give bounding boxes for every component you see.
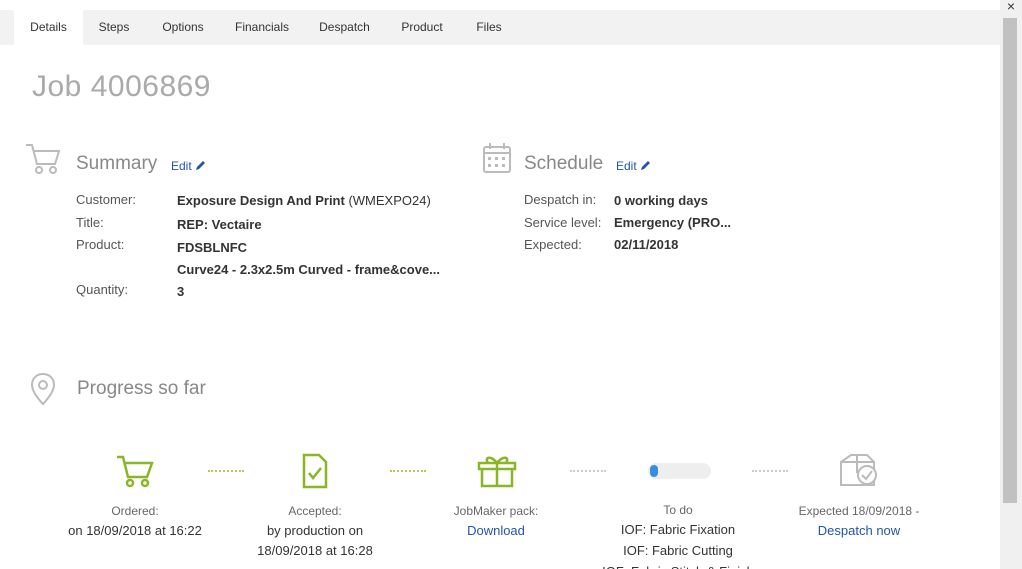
box-check-icon bbox=[840, 454, 877, 486]
todo-item: IOF: Fabric Cutting bbox=[623, 543, 733, 558]
service-level-label: Service level: bbox=[524, 215, 602, 230]
scrollbar-thumb[interactable] bbox=[1003, 18, 1017, 503]
job-details-modal: Details Steps Options Financials Despatc… bbox=[0, 0, 1000, 569]
product-description: Curve24 - 2.3x2.5m Curved - frame&cove..… bbox=[177, 262, 441, 277]
accepted-label: Accepted: bbox=[288, 504, 342, 518]
expected-value: 02/11/2018 bbox=[614, 237, 679, 252]
customer-code: (WMEXPO24) bbox=[344, 193, 431, 208]
tab-despatch[interactable]: Despatch bbox=[313, 10, 376, 45]
calendar-icon bbox=[483, 143, 511, 173]
tab-options[interactable]: Options bbox=[155, 10, 211, 45]
quantity-label: Quantity: bbox=[76, 282, 129, 297]
connector bbox=[390, 470, 426, 472]
expected-despatch-label: Expected 18/09/2018 - bbox=[798, 504, 920, 518]
product-code: FDSBLNFC bbox=[177, 240, 248, 255]
customer-label: Customer: bbox=[76, 192, 136, 207]
title-label: Title: bbox=[76, 215, 104, 230]
cart-icon bbox=[117, 455, 154, 488]
customer-name: Exposure Design And Print bbox=[177, 193, 345, 208]
accepted-line-2: 18/09/2018 at 16:28 bbox=[257, 543, 373, 558]
scrollbar[interactable] bbox=[1000, 0, 1022, 569]
despatch-in-label: Despatch in: bbox=[524, 192, 597, 207]
cart-icon bbox=[26, 144, 61, 174]
ordered-label: Ordered: bbox=[111, 504, 159, 518]
accepted-line-1: by production on bbox=[266, 523, 364, 538]
todo-progress-fill bbox=[650, 465, 658, 477]
todo-item: IOF: Fabric Fixation bbox=[620, 522, 736, 537]
despatch-now-wrap: Despatch now bbox=[764, 520, 954, 541]
gift-box-icon bbox=[477, 456, 517, 488]
connector bbox=[752, 470, 788, 472]
expected-label: Expected: bbox=[524, 237, 582, 252]
tab-files[interactable]: Files bbox=[468, 10, 510, 45]
schedule-edit-label: Edit bbox=[616, 159, 637, 173]
location-pin-icon bbox=[30, 372, 56, 406]
summary-edit-label: Edit bbox=[171, 159, 192, 173]
close-icon[interactable]: × bbox=[1002, 0, 1020, 13]
download-link-wrap: Download bbox=[401, 520, 591, 541]
todo-item: IOF: Fabric Stitch & Finish bbox=[583, 561, 773, 569]
despatch-in-value: 0 working days bbox=[614, 193, 708, 208]
document-check-icon bbox=[302, 453, 328, 489]
pencil-icon bbox=[196, 161, 206, 170]
progress-heading: Progress so far bbox=[77, 378, 206, 399]
product-label: Product: bbox=[76, 237, 125, 252]
ordered-date: on 18/09/2018 at 16:22 bbox=[68, 523, 202, 538]
tab-details[interactable]: Details bbox=[14, 10, 83, 45]
connector bbox=[570, 470, 606, 472]
todo-label: To do bbox=[663, 503, 693, 517]
summary-edit-link[interactable]: Edit bbox=[171, 159, 206, 173]
todo-progress-bar bbox=[648, 463, 711, 479]
title-value: REP: Vectaire bbox=[177, 217, 262, 232]
schedule-heading: Schedule bbox=[524, 153, 604, 174]
jobmaker-pack-label: JobMaker pack: bbox=[453, 504, 539, 518]
connector bbox=[208, 470, 244, 472]
pencil-icon bbox=[641, 161, 651, 170]
service-level-value: Emergency (PRO... bbox=[614, 215, 732, 230]
despatch-now-link[interactable]: Despatch now bbox=[818, 523, 900, 538]
summary-heading: Summary bbox=[76, 153, 158, 174]
tab-product[interactable]: Product bbox=[393, 10, 451, 45]
tab-bar: Details Steps Options Financials Despatc… bbox=[0, 10, 1000, 45]
schedule-edit-link[interactable]: Edit bbox=[616, 159, 651, 173]
quantity-value: 3 bbox=[177, 284, 185, 299]
download-link[interactable]: Download bbox=[467, 523, 525, 538]
customer-value: Exposure Design And Print (WMEXPO24) bbox=[177, 193, 431, 208]
tab-steps[interactable]: Steps bbox=[90, 10, 138, 45]
tab-financials[interactable]: Financials bbox=[228, 10, 296, 45]
job-title: Job 4006869 bbox=[32, 70, 211, 103]
